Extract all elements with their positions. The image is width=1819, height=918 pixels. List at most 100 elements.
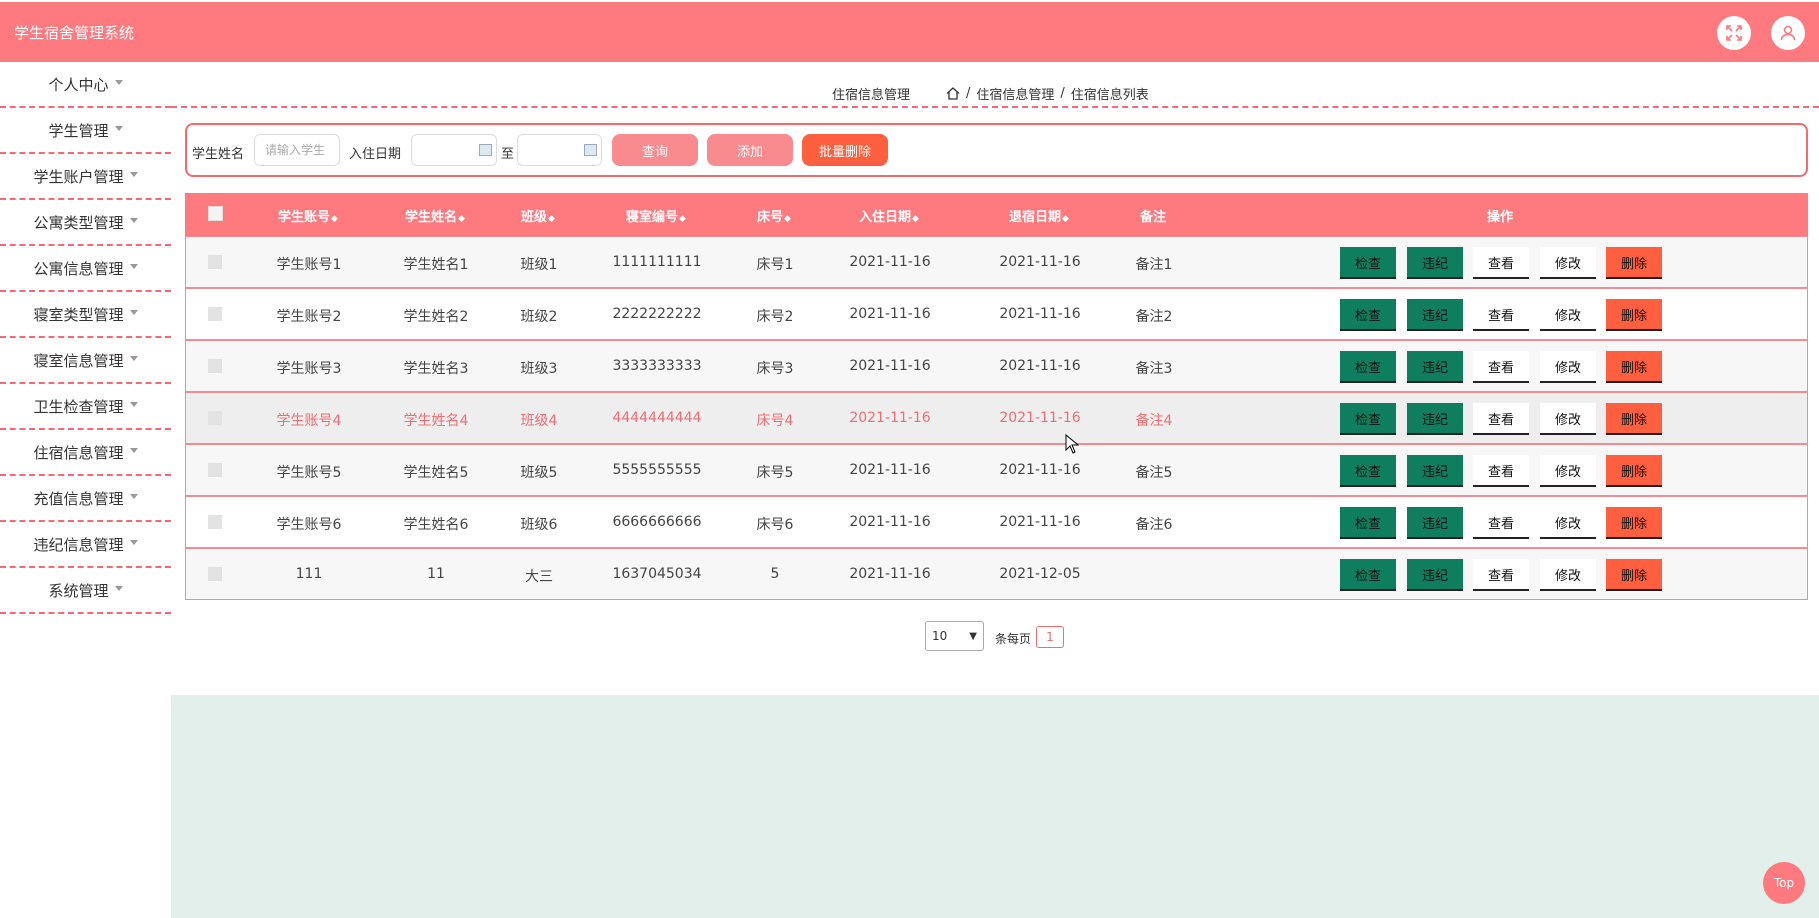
- cell-bed: 床号2: [756, 309, 794, 325]
- view-button[interactable]: 查看: [1473, 455, 1529, 487]
- inspect-button[interactable]: 检查: [1340, 559, 1396, 591]
- cell-class: 班级6: [520, 517, 558, 533]
- inspect-button[interactable]: 检查: [1340, 351, 1396, 383]
- cell-note: 备注3: [1135, 361, 1173, 377]
- fullscreen-icon[interactable]: [1717, 16, 1751, 50]
- column-header-bed[interactable]: 床号◆: [757, 206, 791, 225]
- home-icon[interactable]: [946, 87, 960, 100]
- violation-button[interactable]: 违纪: [1407, 403, 1463, 435]
- page-number-current[interactable]: 1: [1036, 626, 1064, 648]
- delete-button[interactable]: 删除: [1606, 247, 1662, 279]
- view-button[interactable]: 查看: [1473, 403, 1529, 435]
- violation-button[interactable]: 违纪: [1407, 351, 1463, 383]
- row-checkbox[interactable]: [208, 515, 222, 529]
- cell-class: 班级1: [520, 257, 558, 273]
- sidebar-item-apartment-types[interactable]: 公寓类型管理: [0, 200, 171, 246]
- breadcrumb-item[interactable]: 住宿信息管理: [976, 84, 1054, 103]
- column-header-name[interactable]: 学生姓名◆: [405, 206, 465, 225]
- sidebar-item-accommodation[interactable]: 住宿信息管理: [0, 430, 171, 476]
- cell-checkin: 2021-11-16: [849, 514, 931, 530]
- sidebar-item-recharge[interactable]: 充值信息管理: [0, 476, 171, 522]
- inspect-button[interactable]: 检查: [1340, 507, 1396, 539]
- inspect-button[interactable]: 检查: [1340, 247, 1396, 279]
- row-checkbox[interactable]: [208, 359, 222, 373]
- delete-button[interactable]: 删除: [1606, 559, 1662, 591]
- page-title: 住宿信息管理: [832, 88, 911, 103]
- column-header-checkout[interactable]: 退宿日期◆: [1009, 206, 1069, 225]
- delete-button[interactable]: 删除: [1606, 507, 1662, 539]
- sidebar-item-personal-center[interactable]: 个人中心: [0, 62, 171, 108]
- page-size-select[interactable]: 10 ▼: [925, 621, 984, 651]
- edit-button[interactable]: 修改: [1540, 403, 1596, 435]
- view-button[interactable]: 查看: [1473, 351, 1529, 383]
- delete-button[interactable]: 删除: [1606, 299, 1662, 331]
- select-all-checkbox[interactable]: [208, 206, 223, 221]
- column-header-account[interactable]: 学生账号◆: [278, 206, 338, 225]
- column-header-room[interactable]: 寝室编号◆: [626, 206, 686, 225]
- edit-button[interactable]: 修改: [1540, 299, 1596, 331]
- caret-down-icon: [114, 79, 123, 85]
- view-button[interactable]: 查看: [1473, 299, 1529, 331]
- user-icon[interactable]: [1771, 16, 1805, 50]
- cell-room: 6666666666: [612, 514, 702, 530]
- start-date-input[interactable]: [411, 134, 497, 166]
- inspect-button[interactable]: 检查: [1340, 403, 1396, 435]
- table-row: 学生账号5 学生姓名5 班级5 5555555555 床号5 2021-11-1…: [185, 444, 1808, 496]
- batch-delete-button[interactable]: 批量删除: [802, 134, 888, 166]
- sidebar-item-hygiene[interactable]: 卫生检查管理: [0, 384, 171, 430]
- column-header-checkin[interactable]: 入住日期◆: [859, 206, 919, 225]
- sort-icon: ◆: [912, 214, 919, 224]
- query-button[interactable]: 查询: [612, 134, 698, 166]
- cell-class: 班级4: [520, 413, 558, 429]
- add-button[interactable]: 添加: [707, 134, 793, 166]
- sidebar-item-dorm-info[interactable]: 寝室信息管理: [0, 338, 171, 384]
- edit-button[interactable]: 修改: [1540, 507, 1596, 539]
- row-checkbox[interactable]: [208, 567, 222, 581]
- cell-checkin: 2021-11-16: [849, 254, 931, 270]
- delete-button[interactable]: 删除: [1606, 403, 1662, 435]
- cell-checkin: 2021-11-16: [849, 306, 931, 322]
- cell-name: 学生姓名1: [403, 257, 469, 273]
- inspect-button[interactable]: 检查: [1340, 455, 1396, 487]
- sidebar-item-students[interactable]: 学生管理: [0, 108, 171, 154]
- edit-button[interactable]: 修改: [1540, 455, 1596, 487]
- table-row: 学生账号2 学生姓名2 班级2 2222222222 床号2 2021-11-1…: [185, 288, 1808, 340]
- caret-down-icon: [129, 217, 138, 223]
- cell-bed: 床号3: [756, 361, 794, 377]
- inspect-button[interactable]: 检查: [1340, 299, 1396, 331]
- view-button[interactable]: 查看: [1473, 247, 1529, 279]
- row-checkbox[interactable]: [208, 255, 222, 269]
- edit-button[interactable]: 修改: [1540, 247, 1596, 279]
- page-size-value: 10: [932, 629, 948, 643]
- sidebar-item-student-accounts[interactable]: 学生账户管理: [0, 154, 171, 200]
- cell-room: 3333333333: [612, 358, 702, 374]
- sidebar-item-apartment-info[interactable]: 公寓信息管理: [0, 246, 171, 292]
- cell-note: 备注6: [1135, 517, 1173, 533]
- delete-button[interactable]: 删除: [1606, 455, 1662, 487]
- sort-icon: ◆: [784, 214, 791, 224]
- view-button[interactable]: 查看: [1473, 507, 1529, 539]
- sidebar-item-violations[interactable]: 违纪信息管理: [0, 522, 171, 568]
- view-button[interactable]: 查看: [1473, 559, 1529, 591]
- sidebar-item-label: 个人中心: [48, 75, 109, 94]
- violation-button[interactable]: 违纪: [1407, 559, 1463, 591]
- cell-note: 备注5: [1135, 465, 1173, 481]
- violation-button[interactable]: 违纪: [1407, 507, 1463, 539]
- edit-button[interactable]: 修改: [1540, 559, 1596, 591]
- row-checkbox[interactable]: [208, 463, 222, 477]
- end-date-input[interactable]: [517, 134, 602, 166]
- violation-button[interactable]: 违纪: [1407, 299, 1463, 331]
- edit-button[interactable]: 修改: [1540, 351, 1596, 383]
- row-checkbox[interactable]: [208, 411, 222, 425]
- violation-button[interactable]: 违纪: [1407, 455, 1463, 487]
- delete-button[interactable]: 删除: [1606, 351, 1662, 383]
- back-to-top-button[interactable]: Top: [1763, 862, 1805, 904]
- student-name-input[interactable]: 请输入学生: [254, 134, 340, 166]
- sidebar-item-label: 系统管理: [48, 581, 109, 600]
- row-checkbox[interactable]: [208, 307, 222, 321]
- sidebar-item-dorm-types[interactable]: 寝室类型管理: [0, 292, 171, 338]
- column-header-class[interactable]: 班级◆: [521, 206, 555, 225]
- sidebar-item-system[interactable]: 系统管理: [0, 568, 171, 614]
- breadcrumb: 住宿信息管理 / 住宿信息管理 / 住宿信息列表: [171, 82, 1819, 108]
- violation-button[interactable]: 违纪: [1407, 247, 1463, 279]
